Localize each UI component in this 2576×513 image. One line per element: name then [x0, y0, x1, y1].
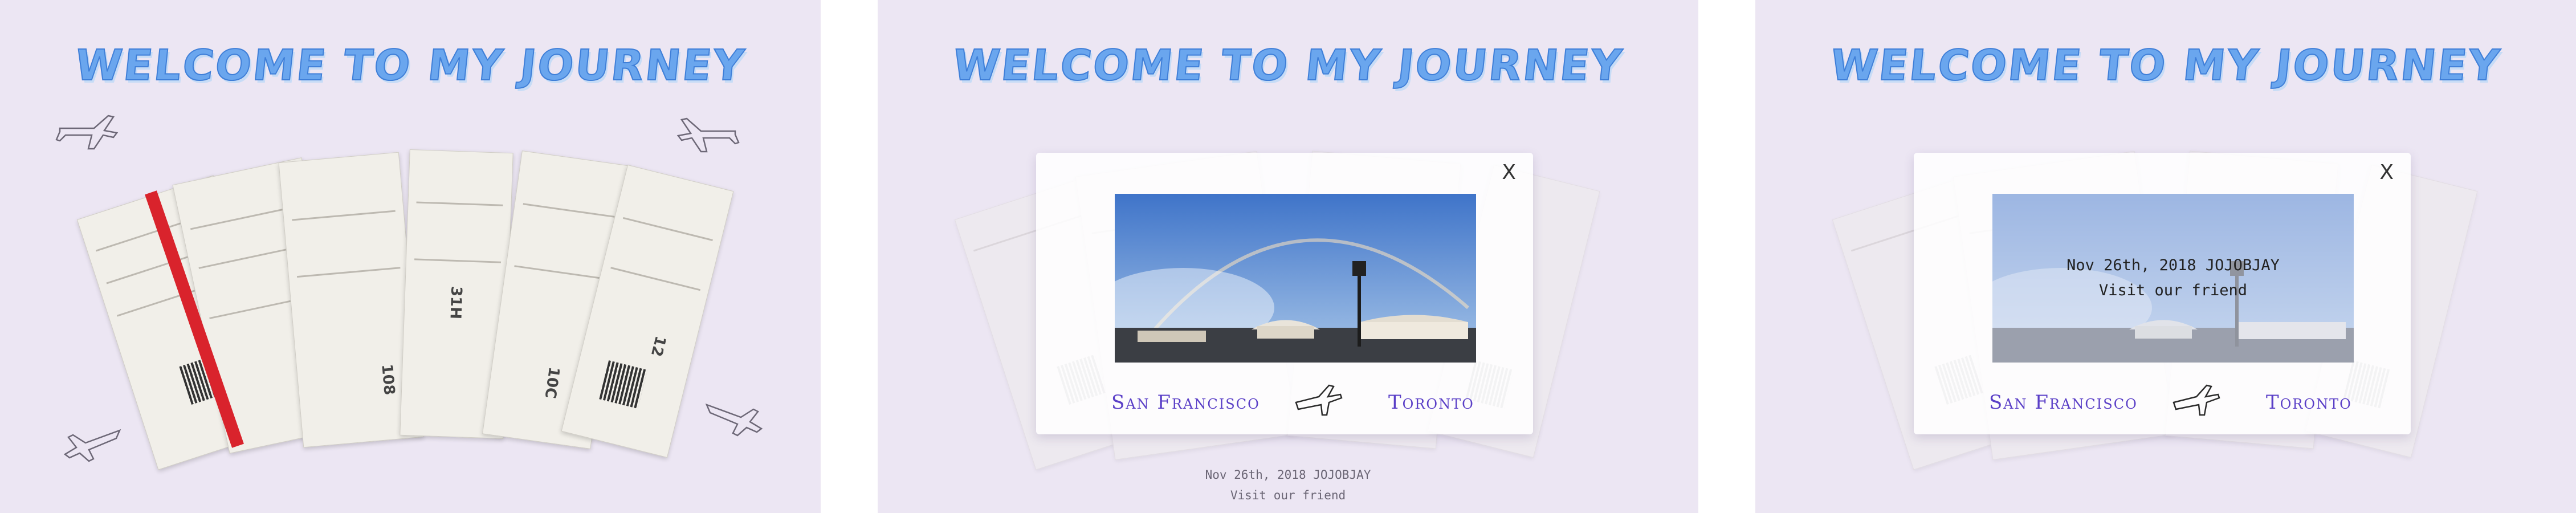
trip-note: Visit our friend: [2098, 282, 2248, 299]
welcome-screen: WELCOME TO MY JOURNEY 108 108 31H 10C: [0, 0, 821, 513]
photo-overlay-text: Nov 26th, 2018 JOJOBJAY Visit our friend: [1992, 253, 2354, 303]
boarding-pass-stack[interactable]: 108 108 31H 10C 12: [76, 145, 734, 487]
trip-card[interactable]: X San Francisco Toronto: [1036, 153, 1533, 434]
trip-date: Nov 26th, 2018 JOJOBJAY: [1205, 468, 1371, 482]
trip-caption: Nov 26th, 2018 JOJOBJAY Visit our friend: [878, 465, 1698, 506]
departure-city: San Francisco: [1989, 391, 2138, 414]
trip-photo[interactable]: [1115, 194, 1476, 363]
trip-photo[interactable]: Nov 26th, 2018 JOJOBJAY Visit our friend: [1992, 194, 2354, 363]
arrival-city: Toronto: [2266, 391, 2352, 414]
page-title: WELCOME TO MY JOURNEY: [72, 40, 748, 91]
journey-detail-screen: WELCOME TO MY JOURNEY X San Francisco To…: [878, 0, 1698, 513]
close-icon[interactable]: X: [2379, 161, 2394, 184]
trip-note: Visit our friend: [1230, 488, 1346, 502]
page-title: WELCOME TO MY JOURNEY: [950, 40, 1626, 91]
arrival-city: Toronto: [1388, 391, 1474, 414]
journey-detail-hover-screen: WELCOME TO MY JOURNEY X Nov 26th, 2018 J…: [1755, 0, 2576, 513]
departure-city: San Francisco: [1111, 391, 1260, 414]
trip-card[interactable]: X Nov 26th, 2018 JOJOBJAY Visit our frie…: [1914, 153, 2411, 434]
close-icon[interactable]: X: [1502, 161, 1516, 184]
airplane-icon: [1295, 384, 1343, 416]
airplane-icon: [2173, 384, 2220, 416]
page-title: WELCOME TO MY JOURNEY: [1828, 40, 2504, 91]
trip-date: Nov 26th, 2018 JOJOBJAY: [2066, 256, 2280, 274]
